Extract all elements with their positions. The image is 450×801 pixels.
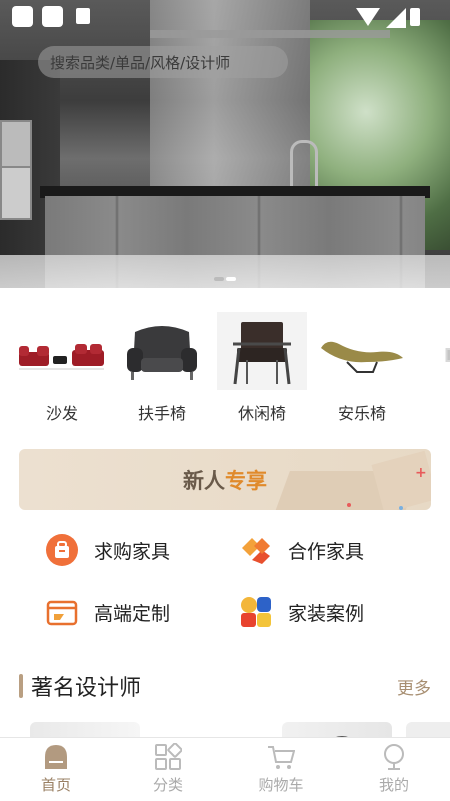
feature-label: 求购家具 <box>94 537 170 564</box>
handshake-icon <box>240 534 272 566</box>
home-icon <box>42 743 70 771</box>
wifi-icon <box>356 8 380 26</box>
hero-backwall <box>150 0 310 190</box>
feature-label: 合作家具 <box>288 537 364 564</box>
tiles-icon <box>240 596 272 628</box>
category-item-more[interactable] <box>417 312 450 422</box>
chaise-image <box>317 312 407 390</box>
battery-icon <box>410 8 420 26</box>
banner-title: 新人专享 <box>19 465 431 495</box>
hero-banner[interactable]: 搜索品类/单品/风格/设计师 <box>0 0 450 288</box>
tab-profile[interactable]: 我的 <box>338 738 450 801</box>
new-user-banner[interactable]: 新人专享 + <box>19 449 431 510</box>
category-icon <box>154 743 182 771</box>
more-link[interactable]: 更多 <box>397 674 431 699</box>
status-bar <box>10 4 440 28</box>
tab-label: 我的 <box>338 774 450 795</box>
tab-label: 购物车 <box>225 774 337 795</box>
tab-label: 分类 <box>112 774 224 795</box>
shopping-bag-icon <box>46 534 78 566</box>
feature-label: 家装案例 <box>288 599 364 626</box>
tab-label: 首页 <box>0 774 112 795</box>
category-item-chaise[interactable]: 安乐椅 <box>317 312 407 422</box>
notification-icon <box>42 6 63 27</box>
partial-furniture-image <box>417 312 450 390</box>
search-placeholder: 搜索品类/单品/风格/设计师 <box>50 52 230 73</box>
tab-cart[interactable]: 购物车 <box>225 738 337 801</box>
banner-dot <box>399 506 403 510</box>
section-title: 著名设计师 <box>31 670 141 702</box>
plus-icon: + <box>415 465 427 481</box>
profile-icon <box>380 743 408 771</box>
lounge-chair-image <box>217 312 307 390</box>
hero-shelf <box>150 30 390 38</box>
category-label: 扶手椅 <box>117 400 207 424</box>
carousel-indicator <box>214 277 238 281</box>
category-label: 沙发 <box>17 400 107 424</box>
hero-faucet <box>290 140 318 189</box>
carousel-dot <box>214 277 224 281</box>
custom-box-icon <box>46 596 78 628</box>
category-item-sofa[interactable]: 沙发 <box>17 312 107 422</box>
category-item-armchair[interactable]: 扶手椅 <box>117 312 207 422</box>
signal-icon <box>386 8 406 28</box>
carousel-dot-active <box>226 277 236 281</box>
tab-home[interactable]: 首页 <box>0 738 112 801</box>
banner-dot <box>347 503 351 507</box>
armchair-image <box>117 312 207 390</box>
app-notification-icon <box>76 8 90 24</box>
category-label: 休闲椅 <box>217 400 307 424</box>
designers-header: 著名设计师 更多 <box>19 666 431 706</box>
section-accent-bar <box>19 674 23 698</box>
tab-category[interactable]: 分类 <box>112 738 224 801</box>
category-item-lounge-chair[interactable]: 休闲椅 <box>217 312 307 422</box>
category-row: 沙发 扶手椅 休闲椅 安乐椅 <box>0 300 450 430</box>
category-label: 安乐椅 <box>317 400 407 424</box>
hero-oven-lower <box>0 166 32 220</box>
feature-label: 高端定制 <box>94 599 170 626</box>
notification-icon <box>12 6 33 27</box>
red-sofa-image <box>17 312 107 390</box>
search-input[interactable]: 搜索品类/单品/风格/设计师 <box>38 46 288 78</box>
bottom-tab-bar: 首页 分类 购物车 我的 <box>0 737 450 801</box>
hero-floor <box>0 255 450 288</box>
cart-icon <box>267 743 295 771</box>
